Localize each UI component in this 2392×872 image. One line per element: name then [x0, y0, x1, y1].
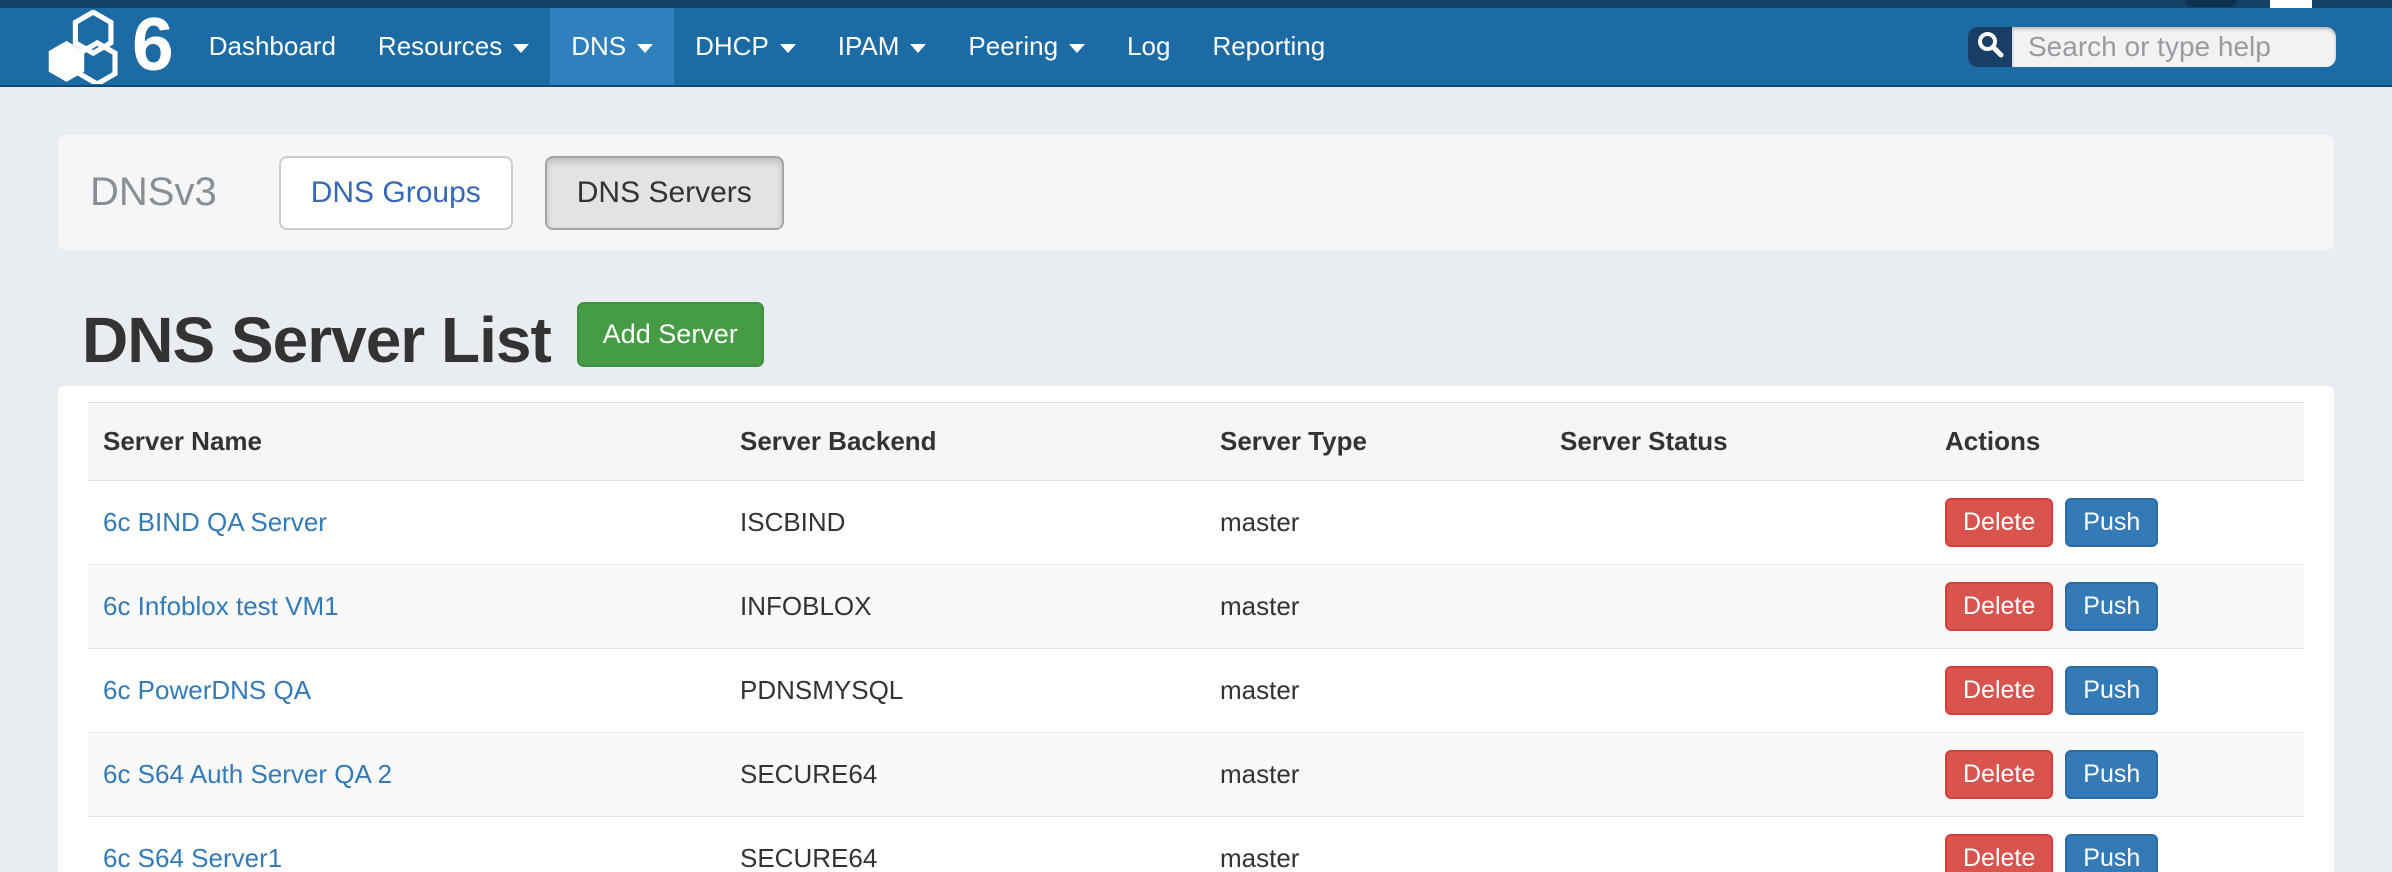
- delete-button[interactable]: Delete: [1945, 750, 2053, 799]
- column-header: Actions: [1930, 403, 2304, 481]
- dns-server-table: Server NameServer BackendServer TypeServ…: [88, 402, 2304, 872]
- brand-number: 6: [132, 7, 172, 82]
- server-backend-cell: ISCBIND: [725, 481, 1205, 565]
- table-header-row: Server NameServer BackendServer TypeServ…: [88, 403, 2304, 481]
- push-button[interactable]: Push: [2065, 834, 2158, 872]
- server-status-cell: [1545, 817, 1930, 872]
- nav-item-resources[interactable]: Resources: [357, 8, 550, 85]
- nav-item-label: Reporting: [1212, 31, 1325, 62]
- delete-button[interactable]: Delete: [1945, 498, 2053, 547]
- push-button[interactable]: Push: [2065, 498, 2158, 547]
- main-navbar: 6 Dashboard Resources DNS DHCP IPAM Peering Lo…: [0, 8, 2392, 87]
- push-button[interactable]: Push: [2065, 750, 2158, 799]
- server-type-cell: master: [1205, 565, 1545, 649]
- nav-item-label: DNS: [571, 31, 626, 62]
- main-nav: Dashboard Resources DNS DHCP IPAM Peering Log R…: [188, 8, 1346, 85]
- nav-item-label: Dashboard: [209, 31, 336, 62]
- server-type-cell: master: [1205, 481, 1545, 565]
- push-button[interactable]: Push: [2065, 666, 2158, 715]
- app-logo[interactable]: 6: [48, 8, 172, 85]
- table-row: 6c PowerDNS QA PDNSMYSQLmaster DeletePush: [88, 649, 2304, 733]
- tab-dns-servers[interactable]: DNS Servers: [545, 156, 784, 230]
- nav-item-label: DHCP: [695, 31, 769, 62]
- nav-item-ipam[interactable]: IPAM: [817, 8, 948, 85]
- top-strip-artifact-dark: [2185, 0, 2237, 7]
- server-backend-cell: PDNSMYSQL: [725, 649, 1205, 733]
- search-button[interactable]: [1968, 27, 2012, 67]
- server-status-cell: [1545, 649, 1930, 733]
- page-title: DNS Server List: [82, 300, 551, 380]
- dns-subnav-panel: DNSv3 DNS Groups DNS Servers: [58, 135, 2334, 250]
- delete-button[interactable]: Delete: [1945, 834, 2053, 872]
- subnav-title: DNSv3: [90, 170, 217, 215]
- nav-item-label: Log: [1127, 31, 1170, 62]
- actions-cell: DeletePush: [1930, 733, 2304, 817]
- table-row: 6c Infoblox test VM1 INFOBLOXmaster Delete…: [88, 565, 2304, 649]
- chevron-down-icon: [637, 44, 653, 53]
- search-icon: [1976, 30, 2004, 63]
- top-strip-artifact-white: [2270, 0, 2312, 8]
- nav-item-peering[interactable]: Peering: [947, 8, 1106, 85]
- delete-button[interactable]: Delete: [1945, 582, 2053, 631]
- push-button[interactable]: Push: [2065, 582, 2158, 631]
- server-status-cell: [1545, 481, 1930, 565]
- server-backend-cell: SECURE64: [725, 733, 1205, 817]
- nav-item-label: Resources: [378, 31, 502, 62]
- server-type-cell: master: [1205, 649, 1545, 733]
- add-server-button[interactable]: Add Server: [577, 302, 764, 367]
- table-row: 6c BIND QA Server ISCBINDmaster DeletePush: [88, 481, 2304, 565]
- tab-dns-groups[interactable]: DNS Groups: [279, 156, 513, 230]
- nav-item-dashboard[interactable]: Dashboard: [188, 8, 357, 85]
- server-name-link[interactable]: 6c Infoblox test VM1: [103, 591, 339, 621]
- server-status-cell: [1545, 733, 1930, 817]
- actions-cell: DeletePush: [1930, 481, 2304, 565]
- column-header: Server Status: [1545, 403, 1930, 481]
- subnav-buttons: DNS Groups DNS Servers: [279, 156, 816, 230]
- delete-button[interactable]: Delete: [1945, 666, 2053, 715]
- server-name-link[interactable]: 6c BIND QA Server: [103, 507, 327, 537]
- table-row: 6c S64 Auth Server QA 2 SECURE64master Del…: [88, 733, 2304, 817]
- table-row: 6c S64 Server1 SECURE64master Delete Push: [88, 817, 2304, 872]
- nav-item-log[interactable]: Log: [1106, 8, 1191, 85]
- chevron-down-icon: [780, 44, 796, 53]
- actions-cell: Delete Push: [1930, 817, 2304, 872]
- column-header: Server Type: [1205, 403, 1545, 481]
- nav-item-reporting[interactable]: Reporting: [1191, 8, 1346, 85]
- server-type-cell: master: [1205, 817, 1545, 872]
- global-search: [1968, 27, 2336, 67]
- hexagon-logo-icon: [48, 10, 126, 84]
- nav-item-label: IPAM: [838, 31, 900, 62]
- server-name-link[interactable]: 6c S64 Auth Server QA 2: [103, 759, 392, 789]
- nav-item-dhcp[interactable]: DHCP: [674, 8, 817, 85]
- column-header: Server Name: [88, 403, 725, 481]
- chevron-down-icon: [1069, 44, 1085, 53]
- actions-cell: DeletePush: [1930, 649, 2304, 733]
- search-input[interactable]: [2012, 27, 2336, 67]
- chevron-down-icon: [513, 44, 529, 53]
- server-backend-cell: SECURE64: [725, 817, 1205, 872]
- top-strip: [0, 0, 2392, 8]
- server-status-cell: [1545, 565, 1930, 649]
- page-header: DNS Server List Add Server: [82, 300, 2392, 380]
- column-header: Server Backend: [725, 403, 1205, 481]
- server-list-panel: Server NameServer BackendServer TypeServ…: [58, 386, 2334, 872]
- nav-item-dns[interactable]: DNS: [550, 8, 674, 85]
- server-backend-cell: INFOBLOX: [725, 565, 1205, 649]
- chevron-down-icon: [910, 44, 926, 53]
- nav-item-label: Peering: [968, 31, 1058, 62]
- server-name-link[interactable]: 6c S64 Server1: [103, 843, 282, 872]
- server-type-cell: master: [1205, 733, 1545, 817]
- actions-cell: DeletePush: [1930, 565, 2304, 649]
- server-name-link[interactable]: 6c PowerDNS QA: [103, 675, 311, 705]
